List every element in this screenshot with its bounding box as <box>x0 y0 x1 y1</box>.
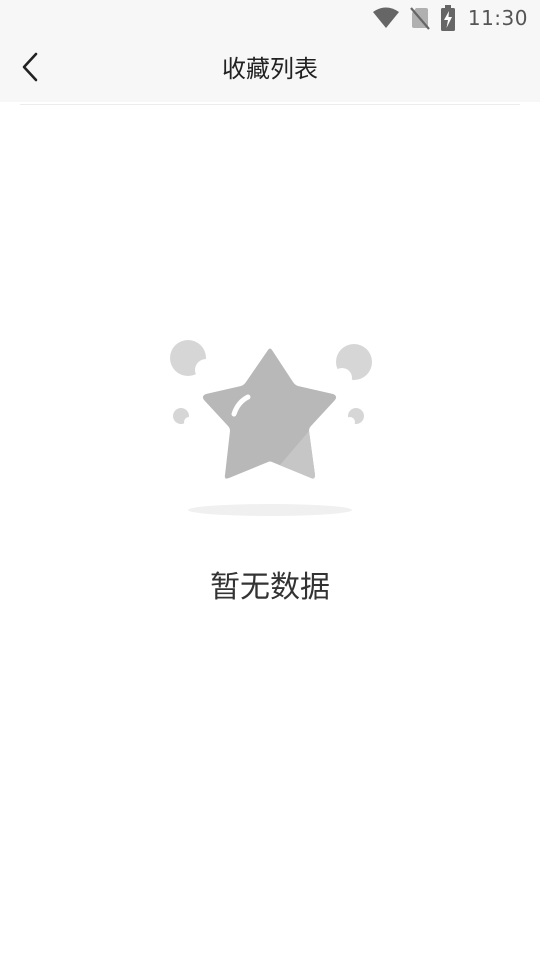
status-icons: 11:30 <box>372 4 528 32</box>
chevron-left-icon <box>20 51 42 87</box>
header-divider <box>20 104 520 105</box>
wifi-icon <box>372 7 400 29</box>
back-button[interactable] <box>8 46 54 92</box>
battery-charging-icon <box>440 5 456 31</box>
star-icon <box>170 340 372 516</box>
empty-illustration <box>160 330 380 522</box>
no-sim-icon <box>410 6 430 30</box>
status-bar: 11:30 <box>0 0 540 36</box>
status-time: 11:30 <box>467 6 528 30</box>
screen: 11:30 收藏列表 暂无数据 <box>0 0 540 960</box>
empty-message: 暂无数据 <box>210 570 330 605</box>
page-title: 收藏列表 <box>222 55 318 83</box>
header: 收藏列表 <box>0 36 540 102</box>
empty-state: 暂无数据 <box>0 330 540 620</box>
